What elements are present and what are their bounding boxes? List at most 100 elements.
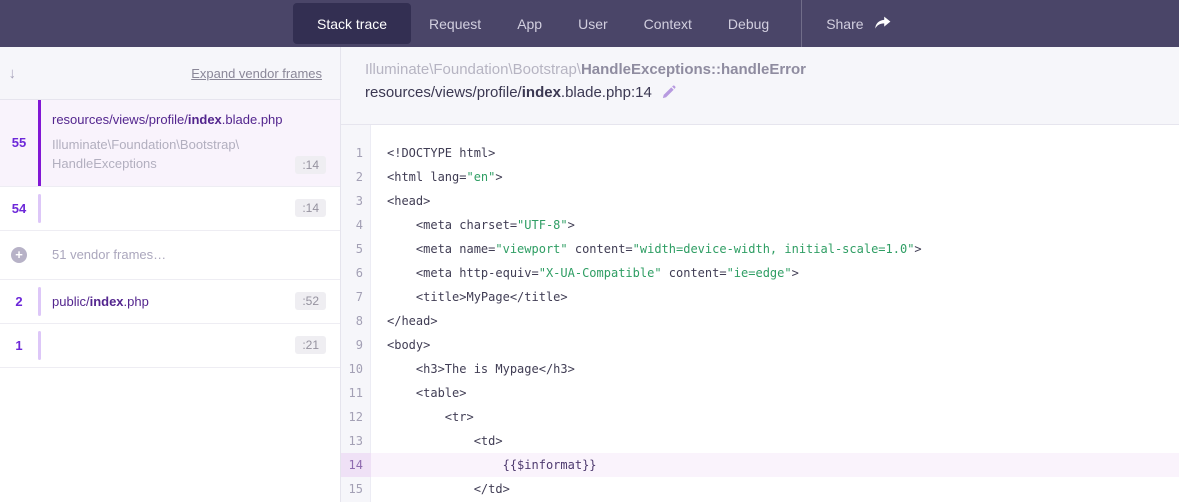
line-number-badge: :21 <box>295 336 326 354</box>
code-text: <html lang="en"> <box>371 165 503 189</box>
tab-app[interactable]: App <box>499 0 560 47</box>
code-line-9: 9<body> <box>341 333 1179 357</box>
frame-content: public/index.php :52 <box>41 280 340 323</box>
code-line-15: 15 </td> <box>341 477 1179 501</box>
code-line-14: 14 {{$informat}} <box>341 453 1179 477</box>
code-line-11: 11 <table> <box>341 381 1179 405</box>
arrow-up-icon[interactable]: ↑ <box>0 65 2 82</box>
breadcrumb-namespace: Illuminate\Foundation\Bootstrap\ <box>365 61 581 78</box>
tab-user[interactable]: User <box>560 0 626 47</box>
file-path: resources/views/profile/index.blade.php:… <box>365 84 1155 101</box>
code-text: <table> <box>371 381 466 405</box>
frame-row-1[interactable]: 1 :21 <box>0 324 340 368</box>
vendor-frames-label: 51 vendor frames… <box>41 235 180 274</box>
frame-class-name: Illuminate\Foundation\Bootstrap\HandleEx… <box>52 136 239 174</box>
frame-number: 1 <box>0 324 38 367</box>
line-number: 10 <box>341 357 371 381</box>
code-line-10: 10 <h3>The is Mypage</h3> <box>341 357 1179 381</box>
line-number: 15 <box>341 477 371 501</box>
code-editor: 1<!DOCTYPE html>2<html lang="en">3<head>… <box>341 125 1179 502</box>
line-number-badge: :14 <box>295 156 326 174</box>
frame-header: Illuminate\Foundation\Bootstrap\HandleEx… <box>341 47 1179 125</box>
frame-row-2[interactable]: 2 public/index.php :52 <box>0 280 340 324</box>
line-number-badge: :14 <box>295 199 326 217</box>
stack-frames-sidebar: ↑ ↓ Expand vendor frames 55resources/vie… <box>0 47 341 502</box>
line-number: 13 <box>341 429 371 453</box>
frame-path-row: resources/views/profile/index.blade.php <box>52 112 326 127</box>
frame-file-path: resources/views/profile/index.blade.php <box>52 112 283 127</box>
top-navbar: Stack traceRequestAppUserContextDebug Sh… <box>0 0 1179 47</box>
frame-row-55[interactable]: 55resources/views/profile/index.blade.ph… <box>0 100 340 187</box>
sidebar-header: ↑ ↓ Expand vendor frames <box>0 47 340 100</box>
vendor-icon-col: + <box>0 247 38 263</box>
frame-row-54[interactable]: 54 :14 <box>0 187 340 231</box>
line-number: 12 <box>341 405 371 429</box>
pencil-icon[interactable] <box>661 85 676 100</box>
code-text: <meta name="viewport" content="width=dev… <box>371 237 922 261</box>
code-text: {{$informat}} <box>371 453 597 477</box>
line-number: 8 <box>341 309 371 333</box>
frame-content: resources/views/profile/index.blade.php I… <box>41 100 340 186</box>
frame-content: :14 <box>41 187 340 230</box>
share-arrow-icon <box>874 16 891 31</box>
code-text: <meta charset="UTF-8"> <box>371 213 575 237</box>
tab-context[interactable]: Context <box>626 0 710 47</box>
line-number: 2 <box>341 165 371 189</box>
tab-stack-trace[interactable]: Stack trace <box>293 3 411 44</box>
frame-path-row: public/index.php :52 <box>52 292 326 310</box>
line-number: 6 <box>341 261 371 285</box>
plus-circle-icon[interactable]: + <box>11 247 27 263</box>
frame-path-row: :14 <box>52 199 326 217</box>
line-number: 9 <box>341 333 371 357</box>
frame-path-row: :21 <box>52 336 326 354</box>
frames-list: 55resources/views/profile/index.blade.ph… <box>0 100 340 368</box>
code-line-6: 6 <meta http-equiv="X-UA-Compatible" con… <box>341 261 1179 285</box>
line-number: 3 <box>341 189 371 213</box>
file-path-text: resources/views/profile/index.blade.php:… <box>365 84 652 101</box>
code-text: <!DOCTYPE html> <box>371 141 495 165</box>
code-text: <title>MyPage</title> <box>371 285 568 309</box>
code-line-7: 7 <title>MyPage</title> <box>341 285 1179 309</box>
breadcrumb-method: HandleExceptions::handleError <box>581 61 806 78</box>
frame-number: 54 <box>0 187 38 230</box>
line-number: 7 <box>341 285 371 309</box>
tab-request[interactable]: Request <box>411 0 499 47</box>
line-number: 14 <box>341 453 371 477</box>
frame-number: 55 <box>0 100 38 186</box>
line-number: 4 <box>341 213 371 237</box>
code-text: </td> <box>371 477 510 501</box>
code-text: <head> <box>371 189 430 213</box>
line-number-badge: :52 <box>295 292 326 310</box>
code-line-4: 4 <meta charset="UTF-8"> <box>341 213 1179 237</box>
expand-vendor-frames-link[interactable]: Expand vendor frames <box>191 66 322 81</box>
main-panel: Illuminate\Foundation\Bootstrap\HandleEx… <box>341 47 1179 502</box>
code-line-8: 8</head> <box>341 309 1179 333</box>
frame-nav-arrows: ↑ ↓ <box>0 65 16 82</box>
code-line-2: 2<html lang="en"> <box>341 165 1179 189</box>
navbar-tabs: Stack traceRequestAppUserContextDebug <box>293 0 787 47</box>
code-text: <h3>The is Mypage</h3> <box>371 357 575 381</box>
navbar-divider <box>801 0 802 47</box>
line-number: 5 <box>341 237 371 261</box>
frame-file-path: public/index.php <box>52 294 149 309</box>
code-text: <body> <box>371 333 430 357</box>
code-text: <meta http-equiv="X-UA-Compatible" conte… <box>371 261 799 285</box>
line-number: 11 <box>341 381 371 405</box>
share-label: Share <box>826 16 863 32</box>
line-number: 1 <box>341 141 371 165</box>
frame-content: :21 <box>41 324 340 367</box>
breadcrumb: Illuminate\Foundation\Bootstrap\HandleEx… <box>365 61 1155 78</box>
code-line-1: 1<!DOCTYPE html> <box>341 141 1179 165</box>
share-button[interactable]: Share <box>816 0 900 47</box>
code-line-3: 3<head> <box>341 189 1179 213</box>
code-line-13: 13 <td> <box>341 429 1179 453</box>
code-line-12: 12 <tr> <box>341 405 1179 429</box>
code-line-5: 5 <meta name="viewport" content="width=d… <box>341 237 1179 261</box>
code-text: <tr> <box>371 405 474 429</box>
frame-number: 2 <box>0 280 38 323</box>
tab-debug[interactable]: Debug <box>710 0 787 47</box>
code-text: <td> <box>371 429 503 453</box>
code-text: </head> <box>371 309 438 333</box>
vendor-frames-row[interactable]: +51 vendor frames… <box>0 231 340 280</box>
arrow-down-icon[interactable]: ↓ <box>9 65 17 82</box>
